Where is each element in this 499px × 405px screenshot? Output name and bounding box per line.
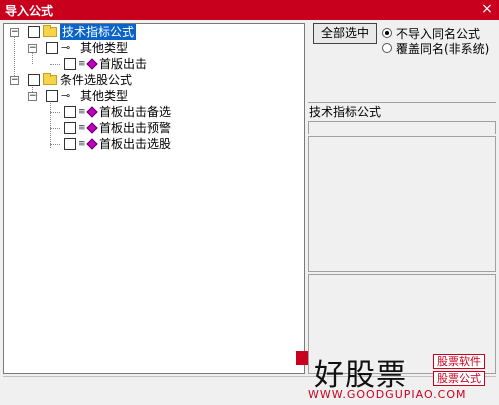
info-strip (308, 121, 496, 134)
checkbox-leaf[interactable] (64, 122, 76, 134)
formula-tree[interactable]: − 技术指标公式 − ⊸ 其他类型 ≡ 首版出击 − 条件选股公式 − ⊸ 其他… (3, 23, 305, 374)
watermark-tag-software: 股票软件 (433, 354, 485, 369)
formula-description-box (308, 136, 496, 272)
checkbox-tech-indicators[interactable] (28, 26, 40, 38)
folder-icon (43, 25, 57, 37)
tree-node-leaf[interactable]: ≡ 首板出击备选 (4, 104, 304, 120)
tree-label-leaf[interactable]: 首板出击选股 (99, 136, 171, 152)
tree-node-leaf[interactable]: ≡ 首板出击选股 (4, 136, 304, 152)
watermark-url: WWW.GOODGUPIAO.COM (308, 388, 467, 401)
dots-icon: ≡ (78, 59, 86, 69)
radio-skip-same-name[interactable] (382, 28, 392, 38)
window-title: 导入公式 (5, 4, 54, 18)
tree-label-other-type-1[interactable]: 其他类型 (80, 40, 128, 56)
folder-icon (43, 73, 57, 85)
checkbox-leaf[interactable] (64, 106, 76, 118)
checkbox-leaf[interactable] (64, 58, 76, 70)
dots-icon: ≡ (78, 123, 86, 133)
checkbox-stock-selection[interactable] (28, 74, 40, 86)
tree-label-leaf[interactable]: 首版出击 (99, 56, 147, 72)
tree-label-other-type-2[interactable]: 其他类型 (80, 88, 128, 104)
collapse-icon[interactable]: − (10, 76, 19, 85)
checkbox-leaf[interactable] (64, 138, 76, 150)
watermark-tag-formula: 股票公式 (433, 371, 485, 386)
formula-gem-icon (86, 106, 98, 118)
tree-label-leaf[interactable]: 首板出击预警 (99, 120, 171, 136)
select-all-button[interactable]: 全部选中 (313, 23, 377, 44)
formula-gem-icon (86, 122, 98, 134)
close-icon[interactable]: × (479, 1, 495, 17)
formula-name-label: 技术指标公式 (309, 105, 382, 119)
tree-label-tech-indicators[interactable]: 技术指标公式 (60, 24, 137, 40)
formula-gem-icon (86, 138, 98, 150)
tree-node-other-type-1[interactable]: − ⊸ 其他类型 (4, 40, 304, 56)
watermark-flag-icon (296, 351, 308, 365)
collapse-icon[interactable]: − (28, 92, 37, 101)
key-icon: ⊸ (61, 89, 71, 102)
radio-overwrite-same-name[interactable] (382, 43, 392, 53)
radio-overwrite-label[interactable]: 覆盖同名(非系统) (396, 40, 489, 57)
dots-icon: ≡ (78, 107, 86, 117)
key-icon: ⊸ (61, 41, 71, 54)
tree-node-leaf[interactable]: ≡ 首版出击 (4, 56, 304, 72)
checkbox-other-type-1[interactable] (46, 42, 58, 54)
title-bar: 导入公式 × (0, 0, 499, 20)
tree-node-tech-indicators[interactable]: − 技术指标公式 (4, 24, 304, 40)
tree-label-stock-selection[interactable]: 条件选股公式 (60, 72, 132, 88)
collapse-icon[interactable]: − (10, 28, 19, 37)
checkbox-other-type-2[interactable] (46, 90, 58, 102)
tree-node-other-type-2[interactable]: − ⊸ 其他类型 (4, 88, 304, 104)
collapse-icon[interactable]: − (28, 44, 37, 53)
dots-icon: ≡ (78, 139, 86, 149)
formula-gem-icon (86, 58, 98, 70)
tree-label-leaf[interactable]: 首板出击备选 (99, 104, 171, 120)
tree-node-stock-selection[interactable]: − 条件选股公式 (4, 72, 304, 88)
tree-node-leaf[interactable]: ≡ 首板出击预警 (4, 120, 304, 136)
